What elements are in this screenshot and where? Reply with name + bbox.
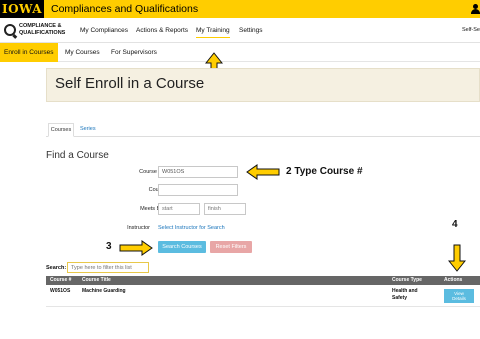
- annotation-arrow-right-3: [119, 240, 153, 256]
- table-header: Course # Course Title Course Type Action…: [46, 276, 480, 285]
- annotation-number-4: 4: [452, 219, 458, 230]
- course-number-input[interactable]: [158, 166, 238, 178]
- page-title: Self Enroll in a Course: [55, 75, 205, 92]
- reset-filters-button[interactable]: Reset Filters: [210, 241, 252, 253]
- brand-line1: COMPLIANCE &: [19, 23, 62, 29]
- view-details-button[interactable]: View Details: [444, 289, 474, 303]
- subnav-my-courses[interactable]: My Courses: [65, 43, 100, 62]
- app-title[interactable]: Compliances and Qualifications: [51, 0, 198, 18]
- nav-settings[interactable]: Settings: [239, 18, 263, 43]
- subnav-for-supervisors[interactable]: For Supervisors: [111, 43, 157, 62]
- user-icon[interactable]: [471, 4, 480, 14]
- col-course-title[interactable]: Course Title: [82, 276, 111, 285]
- page-banner: Self Enroll in a Course: [46, 68, 480, 102]
- subnav-enroll-in-courses[interactable]: Enroll in Courses: [0, 43, 58, 62]
- nav-self-service[interactable]: Self-Se: [462, 18, 480, 43]
- table-row: W051OS Machine Guarding Health and Safet…: [46, 285, 480, 307]
- brand-line2: QUALIFICATIONS: [19, 29, 66, 36]
- tab-courses[interactable]: Courses: [48, 123, 74, 137]
- view-details-line2: Details: [452, 296, 466, 301]
- annotation-number-3: 3: [106, 241, 112, 252]
- main-nav: COMPLIANCE & QUALIFICATIONS My Complianc…: [0, 18, 480, 43]
- nav-my-compliances[interactable]: My Compliances: [80, 18, 128, 43]
- top-bar: IOWA Compliances and Qualifications: [0, 0, 480, 18]
- instructor-label: Instructor: [127, 225, 150, 231]
- col-actions: Actions: [444, 277, 463, 283]
- nav-actions-reports[interactable]: Actions & Reports: [136, 18, 188, 43]
- tab-bar: Courses Series: [46, 123, 480, 137]
- cell-course-number: W051OS: [50, 288, 71, 294]
- filter-input[interactable]: [67, 262, 149, 273]
- cell-course-type: Health and Safety: [392, 288, 418, 302]
- start-date-input[interactable]: [158, 203, 200, 215]
- cell-course-type-line2: Safety: [392, 295, 408, 301]
- search-courses-button[interactable]: Search Courses: [158, 241, 206, 253]
- filter-label: Search:: [46, 265, 67, 271]
- find-course-heading: Find a Course: [46, 150, 109, 161]
- cell-course-type-line1: Health and: [392, 288, 418, 294]
- cq-logo-icon: [4, 24, 16, 36]
- finish-date-input[interactable]: [204, 203, 246, 215]
- nav-my-training[interactable]: My Training: [196, 18, 230, 43]
- select-instructor-link[interactable]: Select Instructor for Search: [158, 225, 225, 231]
- annotation-arrow-down-4: [448, 244, 466, 272]
- tab-series[interactable]: Series: [80, 123, 96, 137]
- cell-course-title: Machine Guarding: [82, 288, 126, 294]
- annotation-number-2: 2 Type Course #: [286, 166, 363, 177]
- sub-nav: Enroll in Courses My Courses For Supervi…: [0, 43, 480, 62]
- col-course-number[interactable]: Course #: [50, 276, 71, 285]
- annotation-arrow-left-2: [246, 164, 280, 180]
- iowa-logo[interactable]: IOWA: [0, 0, 44, 18]
- course-title-input[interactable]: [158, 184, 238, 196]
- col-course-type[interactable]: Course Type: [392, 276, 422, 285]
